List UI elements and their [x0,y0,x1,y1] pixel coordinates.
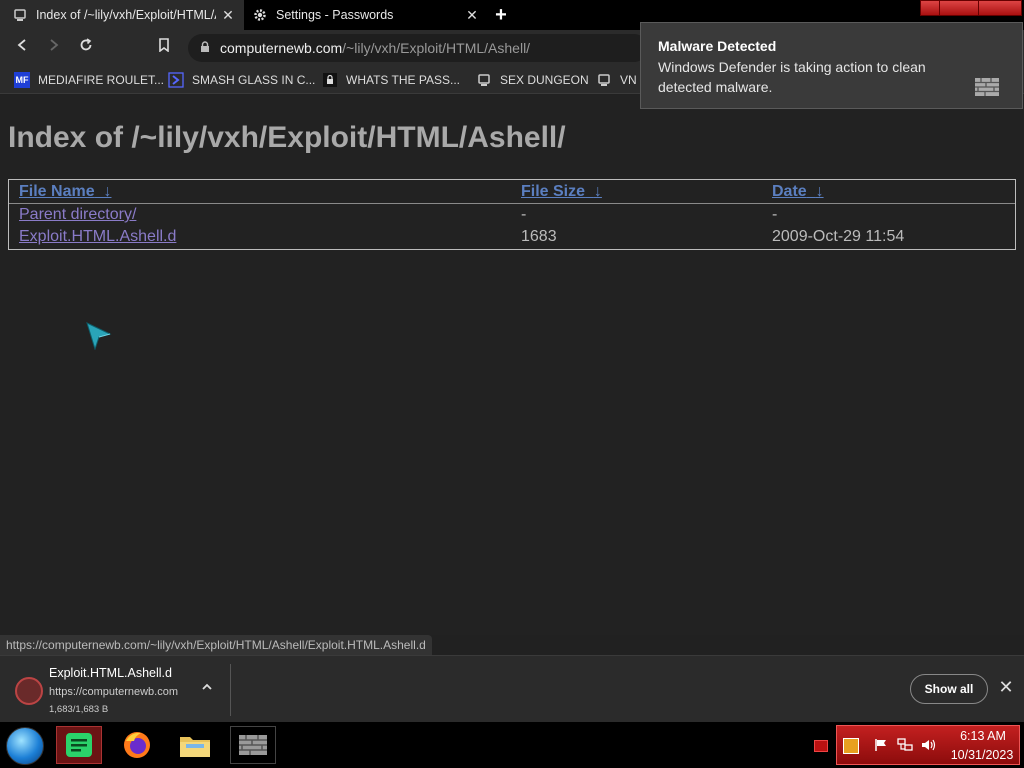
download-shelf: Exploit.HTML.Ashell.d https://computerne… [0,655,1024,722]
notification-title: Malware Detected [658,38,777,54]
table-row: Exploit.HTML.Ashell.d 1683 2009-Oct-29 1… [9,228,1015,250]
file-size: 1683 [521,228,557,245]
sort-arrow-icon: ↓ [815,183,824,200]
show-all-button[interactable]: Show all [910,674,988,704]
taskbar: 6:13 AM 10/31/2023 [0,722,1024,768]
computernewb-icon [596,72,612,88]
action-center-flag-icon[interactable] [873,738,889,754]
start-button[interactable] [6,727,44,765]
computernewb-icon [476,72,492,88]
download-filename[interactable]: Exploit.HTML.Ashell.d [49,666,172,680]
lock-icon [200,40,210,56]
back-button[interactable] [12,38,32,58]
column-header-size: File Size [521,183,586,200]
network-icon[interactable] [897,738,913,754]
tab-title: Index of /~lily/vxh/Exploit/HTML/Ashell/ [36,8,216,22]
file-explorer-icon[interactable] [172,726,218,764]
close-tab-icon[interactable]: ✕ [464,7,480,23]
firefox-icon[interactable] [114,726,160,764]
lock-icon [322,72,338,88]
download-file-icon[interactable] [15,677,43,705]
window-close-button[interactable] [978,0,1022,16]
notification-body: Windows Defender is taking action to cle… [658,59,926,95]
chevron-icon [168,72,184,88]
file-size: - [521,206,527,223]
column-header-date: Date [772,183,807,200]
bookmark-label: VN [620,73,637,87]
forward-arrow-icon [50,39,59,51]
volume-icon[interactable] [921,738,937,754]
chevron-up-icon[interactable] [198,680,216,698]
table-header: File Name ↓ File Size ↓ Date ↓ [9,180,1015,204]
status-url-tooltip: https://computernewb.com/~lily/vxh/Explo… [0,635,432,655]
sort-arrow-icon: ↓ [103,183,112,200]
table-row: Parent directory/ - - [9,206,1015,228]
column-header-name: File Name [19,183,95,200]
computernewb-icon [12,7,28,23]
back-arrow-icon [17,39,26,51]
mediafire-icon: MF [14,72,30,88]
download-source: https://computernewb.com [49,686,179,698]
url-host: computernewb.com [220,40,343,56]
forward-button[interactable] [44,38,64,58]
reload-icon [80,38,92,51]
mouse-cursor-icon [86,322,112,355]
new-tab-button[interactable]: + [490,5,512,25]
page-content: Index of /~lily/vxh/Exploit/HTML/Ashell/… [0,95,1024,635]
file-date: 2009-Oct-29 11:54 [772,228,905,245]
sort-by-size-link[interactable]: File Size ↓ [521,183,602,201]
download-progress: 1,683/1,683 B [49,704,109,715]
page-title: Index of /~lily/vxh/Exploit/HTML/Ashell/ [8,121,566,154]
address-bar[interactable]: computernewb.com/~lily/vxh/Exploit/HTML/… [188,34,648,62]
screen: Index of /~lily/vxh/Exploit/HTML/Ashell/… [0,0,1024,768]
bookmark-whats-the-pass[interactable]: WHATS THE PASS... [322,71,460,89]
notes-app-icon[interactable] [56,726,102,764]
sort-by-date-link[interactable]: Date ↓ [772,183,824,201]
file-date: - [772,206,778,223]
tab-title: Settings - Passwords [276,8,394,22]
file-listing-table: File Name ↓ File Size ↓ Date ↓ Parent di… [8,179,1016,250]
bookmark-label: SEX DUNGEON [500,73,589,87]
close-tab-icon[interactable]: ✕ [220,7,236,23]
bookmark-label: SMASH GLASS IN C... [192,73,316,87]
bookmark-vnc[interactable]: VN [596,71,637,89]
close-shelf-icon[interactable]: ✕ [997,678,1015,696]
clock-date[interactable]: 10/31/2023 [945,748,1019,762]
clock-time[interactable]: 6:13 AM [949,729,1017,743]
windows-defender-icon[interactable] [230,726,276,764]
bookmark-label: WHATS THE PASS... [346,73,461,87]
reload-button[interactable] [76,38,96,58]
bookmark-icon [159,38,169,53]
divider [230,664,231,716]
gear-icon [252,7,268,23]
tab-settings-passwords[interactable]: Settings - Passwords ✕ [244,0,488,30]
sort-arrow-icon: ↓ [593,183,602,200]
bookmark-label: MEDIAFIRE ROULET... [38,73,165,87]
malware-notification[interactable]: Malware Detected Windows Defender is tak… [640,22,1023,109]
system-tray: 6:13 AM 10/31/2023 [836,725,1020,765]
java-update-icon[interactable] [843,738,859,754]
maximize-button[interactable] [939,0,979,16]
bookmark-button[interactable] [154,38,174,58]
bookmark-sex-dungeon[interactable]: SEX DUNGEON [476,71,589,89]
bookmark-mediafire[interactable]: MF MEDIAFIRE ROULET... [14,71,164,89]
bookmark-smash-glass[interactable]: SMASH GLASS IN C... [168,71,315,89]
sort-by-name-link[interactable]: File Name ↓ [19,183,111,201]
parent-directory-link[interactable]: Parent directory/ [19,206,136,224]
tab-index[interactable]: Index of /~lily/vxh/Exploit/HTML/Ashell/… [0,0,244,30]
windows-defender-icon [974,77,1000,97]
file-link[interactable]: Exploit.HTML.Ashell.d [19,228,176,246]
url-path: /~lily/vxh/Exploit/HTML/Ashell/ [342,40,531,56]
show-hidden-icons-button[interactable] [814,740,828,752]
